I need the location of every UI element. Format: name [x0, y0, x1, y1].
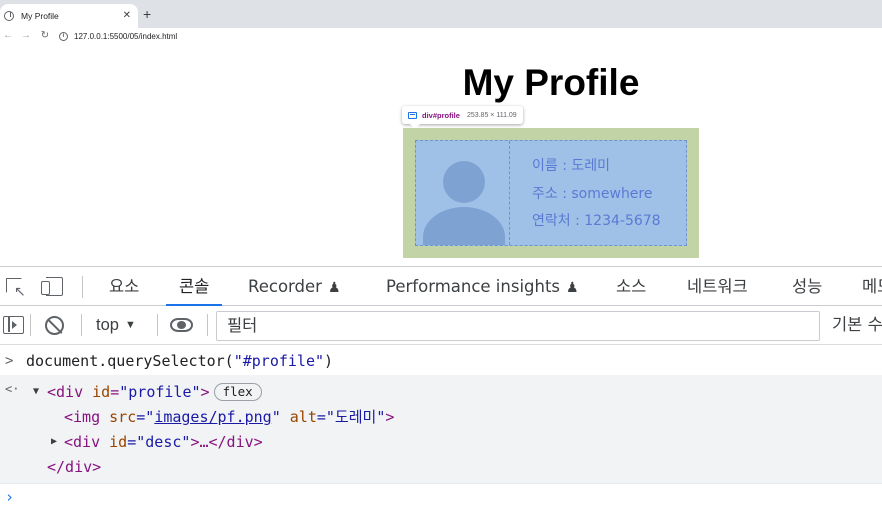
- dom-node-close[interactable]: </div>: [47, 457, 101, 477]
- context-select[interactable]: top ▼: [96, 314, 136, 338]
- avatar: [416, 141, 510, 245]
- divider: [81, 314, 82, 336]
- inspect-icon[interactable]: ↖: [5, 276, 27, 298]
- tab-performance-insights[interactable]: Performance insights ♟: [386, 267, 579, 306]
- forward-icon[interactable]: →: [18, 31, 34, 41]
- plus-icon[interactable]: +: [143, 7, 151, 21]
- clear-console-icon[interactable]: [45, 316, 64, 335]
- dom-node-desc[interactable]: <div id="desc">…</div>: [64, 432, 263, 452]
- tag-close: >…</div>: [190, 433, 263, 451]
- flex-badge[interactable]: flex: [213, 383, 262, 401]
- command-prefix: document.querySelector(: [26, 352, 234, 370]
- browser-toolbar: ← → ↻ i 127.0.0.1:5500/05/index.html: [0, 28, 882, 44]
- tab-elements[interactable]: 요소: [109, 267, 139, 306]
- page-viewport: My Profile div#profile 253.85 × 111.09 이…: [0, 44, 882, 266]
- log-levels-select[interactable]: 기본 수준: [832, 314, 882, 336]
- console-command: document.querySelector("#profile"): [26, 351, 333, 371]
- attr-eq: =: [110, 383, 120, 401]
- desc-name: 이름 : 도레미: [532, 158, 611, 174]
- attr-name: alt: [289, 408, 317, 426]
- divider: [82, 276, 83, 298]
- console-input[interactable]: ›: [0, 483, 882, 512]
- tag-close: >: [385, 408, 395, 426]
- attr-name: id: [92, 383, 111, 401]
- tab-favicon-icon: [4, 11, 14, 21]
- tab-performance[interactable]: 성능: [792, 267, 822, 306]
- dom-node-img[interactable]: <img src="images/pf.png" alt="도레미">: [64, 407, 394, 427]
- url-text[interactable]: 127.0.0.1:5500/05/index.html: [74, 32, 177, 41]
- desc-contact: 연락처 : 1234-5678: [532, 213, 661, 229]
- sidebar-icon[interactable]: [3, 316, 24, 334]
- chevron-down-icon: ▼: [124, 319, 136, 331]
- attr-quote: ": [271, 408, 290, 426]
- profile-desc: 이름 : 도레미 주소 : somewhere 연락처 : 1234-5678: [510, 141, 661, 245]
- device-toolbar-icon[interactable]: [40, 276, 63, 298]
- src-link[interactable]: images/pf.png: [154, 408, 271, 426]
- divider: [30, 314, 31, 336]
- page-title: My Profile: [462, 62, 640, 103]
- address-bar[interactable]: i 127.0.0.1:5500/05/index.html: [54, 29, 177, 43]
- reload-icon[interactable]: ↻: [37, 31, 53, 41]
- context-select-value: top: [96, 316, 119, 334]
- tooltip-selector: div#profile: [422, 110, 460, 120]
- tab-sources[interactable]: 소스: [616, 267, 646, 306]
- tab-recorder[interactable]: Recorder ♟: [248, 267, 341, 306]
- desc-address: 주소 : somewhere: [532, 185, 653, 202]
- attr-value: "profile": [119, 383, 201, 401]
- console-output: > document.querySelector("#profile") <· …: [0, 345, 882, 512]
- divider: [157, 314, 158, 336]
- tab-recorder-label: Recorder: [248, 277, 322, 296]
- attr-name: id: [109, 433, 128, 451]
- tab-title: My Profile: [21, 11, 59, 21]
- grid-icon: [408, 111, 417, 119]
- console-result: <· ▼ <div id="profile"> flex <img src="im…: [0, 375, 882, 483]
- attr-value: ="desc": [127, 433, 191, 451]
- avatar-body-shape: [423, 207, 505, 245]
- flask-icon: ♟: [566, 280, 579, 296]
- avatar-head-shape: [443, 161, 485, 203]
- console-toolbar: top ▼ 필터 기본 수준: [0, 306, 882, 345]
- filter-input[interactable]: 필터: [216, 311, 820, 341]
- profile-card[interactable]: 이름 : 도레미 주소 : somewhere 연락처 : 1234-5678: [415, 140, 687, 246]
- tab-network[interactable]: 네트워크: [687, 267, 748, 306]
- tab-memory[interactable]: 메모: [862, 267, 882, 306]
- tab-console[interactable]: 콘솔: [165, 267, 223, 306]
- expand-triangle-closed[interactable]: ▶: [51, 432, 57, 452]
- divider: [207, 314, 208, 336]
- flask-icon: ♟: [327, 280, 341, 296]
- close-icon[interactable]: ✕: [123, 11, 131, 21]
- tag-open: <div: [64, 433, 110, 451]
- command-suffix: ): [324, 352, 334, 370]
- eye-icon[interactable]: [170, 318, 193, 332]
- tab-strip: My Profile ✕ +: [0, 0, 882, 28]
- input-prompt-glyph: >: [5, 353, 14, 369]
- back-icon[interactable]: ←: [0, 31, 16, 41]
- dom-node-profile[interactable]: <div id="profile"> flex: [47, 382, 262, 402]
- devtools-tabbar: ↖ 요소 콘솔 Recorder ♟ Performance insights ♟ …: [0, 266, 882, 306]
- tab-performance-insights-label: Performance insights: [386, 277, 561, 296]
- tag-open: <div: [47, 383, 93, 401]
- inspect-tooltip: div#profile 253.85 × 111.09: [402, 106, 523, 129]
- info-icon[interactable]: i: [59, 31, 68, 41]
- output-prompt-glyph: <·: [5, 382, 20, 396]
- attr-name: src: [109, 408, 137, 426]
- tag-open: <img: [64, 408, 110, 426]
- tooltip-size: 253.85 × 111.09: [466, 111, 517, 119]
- console-input-prompt: ›: [5, 488, 15, 506]
- command-arg: "#profile": [233, 352, 325, 370]
- browser-tab[interactable]: My Profile ✕: [0, 4, 138, 28]
- tag-close: >: [200, 383, 210, 401]
- expand-triangle-open[interactable]: ▼: [33, 382, 39, 402]
- attr-value: ="도레미": [316, 408, 386, 426]
- attr-quote: =": [136, 408, 155, 426]
